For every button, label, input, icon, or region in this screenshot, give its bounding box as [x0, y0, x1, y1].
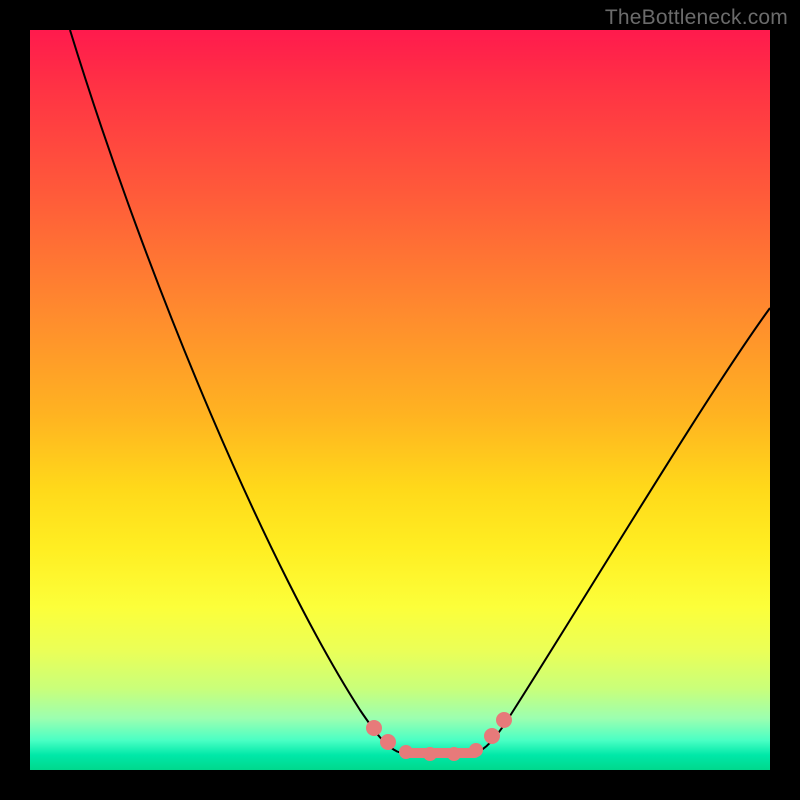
watermark-label: TheBottleneck.com — [605, 6, 788, 30]
chart-svg — [30, 30, 770, 770]
marker-point — [380, 734, 396, 750]
marker-point — [399, 745, 413, 759]
marker-point — [366, 720, 382, 736]
curve-left-branch — [70, 30, 398, 752]
marker-point — [447, 747, 461, 761]
marker-point — [484, 728, 500, 744]
chart-frame: TheBottleneck.com — [0, 0, 800, 800]
curve-right-branch — [478, 308, 770, 752]
valley-highlight-bar — [402, 748, 480, 758]
marker-point — [496, 712, 512, 728]
marker-point — [423, 747, 437, 761]
plot-area — [30, 30, 770, 770]
marker-point — [469, 743, 483, 757]
